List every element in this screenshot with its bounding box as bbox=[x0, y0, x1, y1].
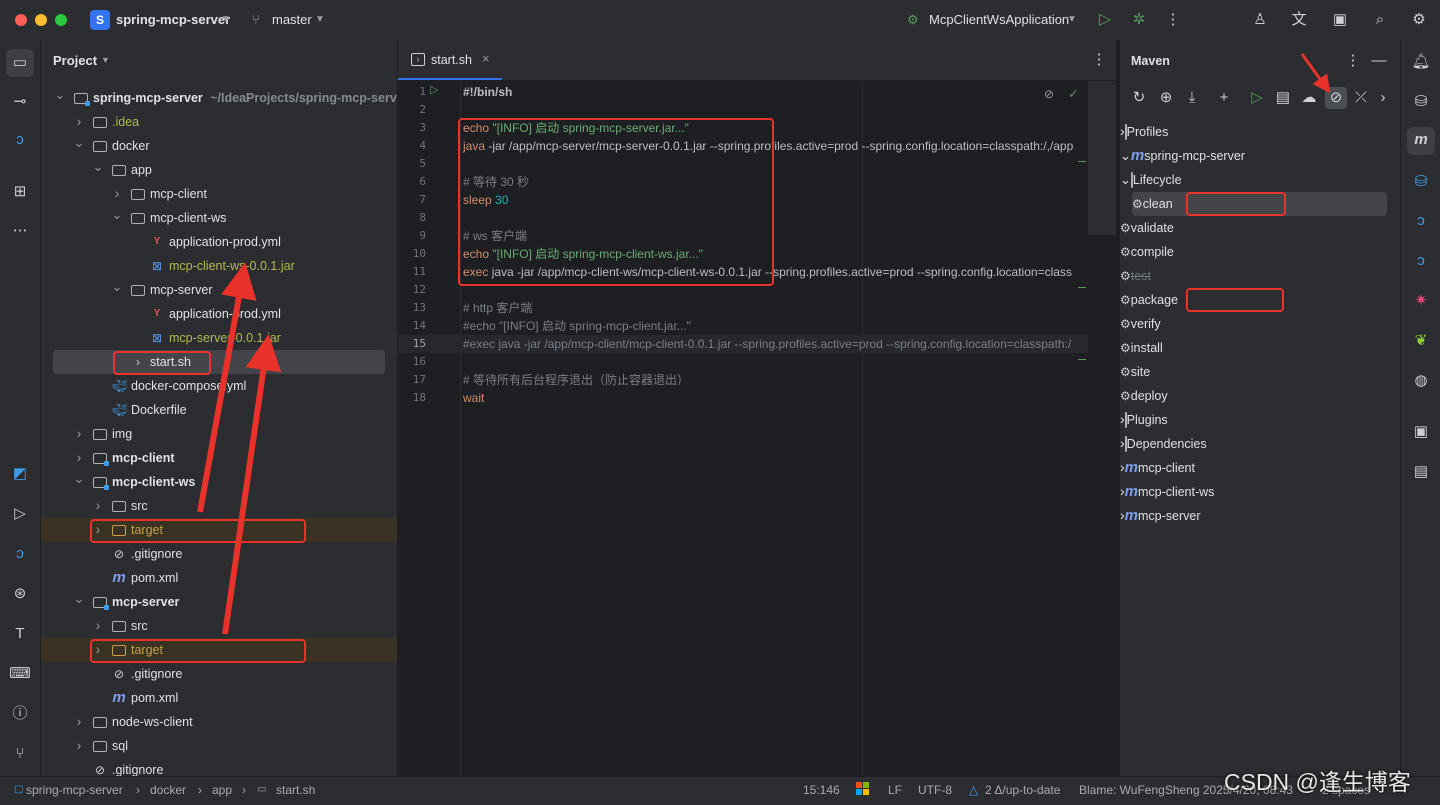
annotation-arrow bbox=[197, 262, 257, 513]
annotation-arrow bbox=[222, 334, 282, 635]
annotation-arrow bbox=[1300, 53, 1331, 94]
annotation-overlay bbox=[197, 53, 1331, 635]
